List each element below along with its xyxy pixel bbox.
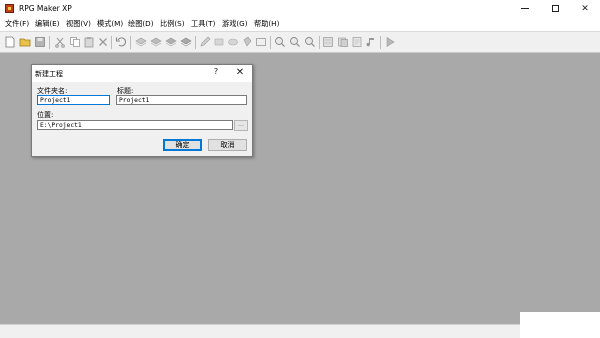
menu-bar: 文件(F) 编辑(E) 视图(V) 模式(M) 绘图(D) 比例(S) 工具(T… xyxy=(0,17,600,31)
ellipse-tool-icon[interactable] xyxy=(227,36,239,48)
zoom-1-icon[interactable] xyxy=(274,36,286,48)
browse-button[interactable]: ... xyxy=(234,120,248,131)
layer-3-icon[interactable] xyxy=(165,36,177,48)
undo-icon[interactable] xyxy=(115,36,127,48)
minimize-icon xyxy=(521,8,529,9)
toolbar-separator xyxy=(130,36,131,49)
save-icon[interactable] xyxy=(34,36,46,48)
maximize-icon xyxy=(551,5,559,12)
dialog-title-bar: 新建工程 ? ✕ xyxy=(32,65,252,82)
sound-test-icon[interactable] xyxy=(365,36,377,48)
menu-file[interactable]: 文件(F) xyxy=(5,19,29,29)
playtest-icon[interactable] xyxy=(384,36,396,48)
ok-button[interactable]: 确定 xyxy=(163,139,202,151)
database-icon[interactable] xyxy=(322,36,334,48)
cut-icon[interactable] xyxy=(54,36,66,48)
delete-icon[interactable] xyxy=(97,36,109,48)
dialog-help-button[interactable]: ? xyxy=(210,67,222,79)
title-bar: RPG Maker XP ✕ xyxy=(0,0,600,17)
layer-1-icon[interactable] xyxy=(135,36,147,48)
material-base-icon[interactable] xyxy=(337,36,349,48)
maximize-button[interactable] xyxy=(540,0,570,17)
menu-draw[interactable]: 绘图(D) xyxy=(128,19,154,29)
location-label: 位置: xyxy=(37,111,54,119)
toolbar-separator xyxy=(111,36,112,49)
zoom-4-icon[interactable] xyxy=(304,36,316,48)
script-editor-icon[interactable] xyxy=(351,36,363,48)
menu-mode[interactable]: 模式(M) xyxy=(97,19,123,29)
menu-help[interactable]: 帮助(H) xyxy=(254,19,279,29)
app-icon xyxy=(5,4,14,13)
rectangle-tool-icon[interactable] xyxy=(213,36,225,48)
new-project-icon[interactable] xyxy=(4,36,16,48)
toolbar xyxy=(0,31,600,53)
fill-tool-icon[interactable] xyxy=(241,36,253,48)
dialog-title: 新建工程 xyxy=(35,70,63,78)
open-project-icon[interactable] xyxy=(19,36,31,48)
event-layer-icon[interactable] xyxy=(180,36,192,48)
toolbar-separator xyxy=(49,36,50,49)
minimize-button[interactable] xyxy=(510,0,540,17)
close-button[interactable]: ✕ xyxy=(570,0,600,17)
select-tool-icon[interactable] xyxy=(255,36,267,48)
menu-view[interactable]: 视图(V) xyxy=(66,19,91,29)
cancel-button[interactable]: 取消 xyxy=(208,139,247,151)
app-window: RPG Maker XP ✕ 文件(F) 编辑(E) 视图(V) 模式(M) 绘… xyxy=(0,0,600,338)
new-project-dialog: 新建工程 ? ✕ 文件夹名: 标题: 位置: ... 确定 取消 xyxy=(31,64,253,157)
status-bar xyxy=(0,324,600,338)
menu-edit[interactable]: 编辑(E) xyxy=(35,19,60,29)
close-icon: ✕ xyxy=(581,3,589,14)
menu-scale[interactable]: 比例(S) xyxy=(160,19,185,29)
toolbar-separator xyxy=(380,36,381,49)
toolbar-separator xyxy=(319,36,320,49)
folder-name-field[interactable] xyxy=(37,95,110,105)
window-title: RPG Maker XP xyxy=(19,4,72,13)
dialog-close-button[interactable]: ✕ xyxy=(233,66,247,80)
status-corner xyxy=(520,312,600,338)
title-field[interactable] xyxy=(116,95,247,105)
toolbar-separator xyxy=(195,36,196,49)
pencil-icon[interactable] xyxy=(199,36,211,48)
location-field[interactable] xyxy=(37,120,233,130)
zoom-2-icon[interactable] xyxy=(289,36,301,48)
menu-tools[interactable]: 工具(T) xyxy=(191,19,215,29)
paste-icon[interactable] xyxy=(83,36,95,48)
toolbar-separator xyxy=(270,36,271,49)
menu-game[interactable]: 游戏(G) xyxy=(222,19,248,29)
layer-2-icon[interactable] xyxy=(150,36,162,48)
copy-icon[interactable] xyxy=(69,36,81,48)
